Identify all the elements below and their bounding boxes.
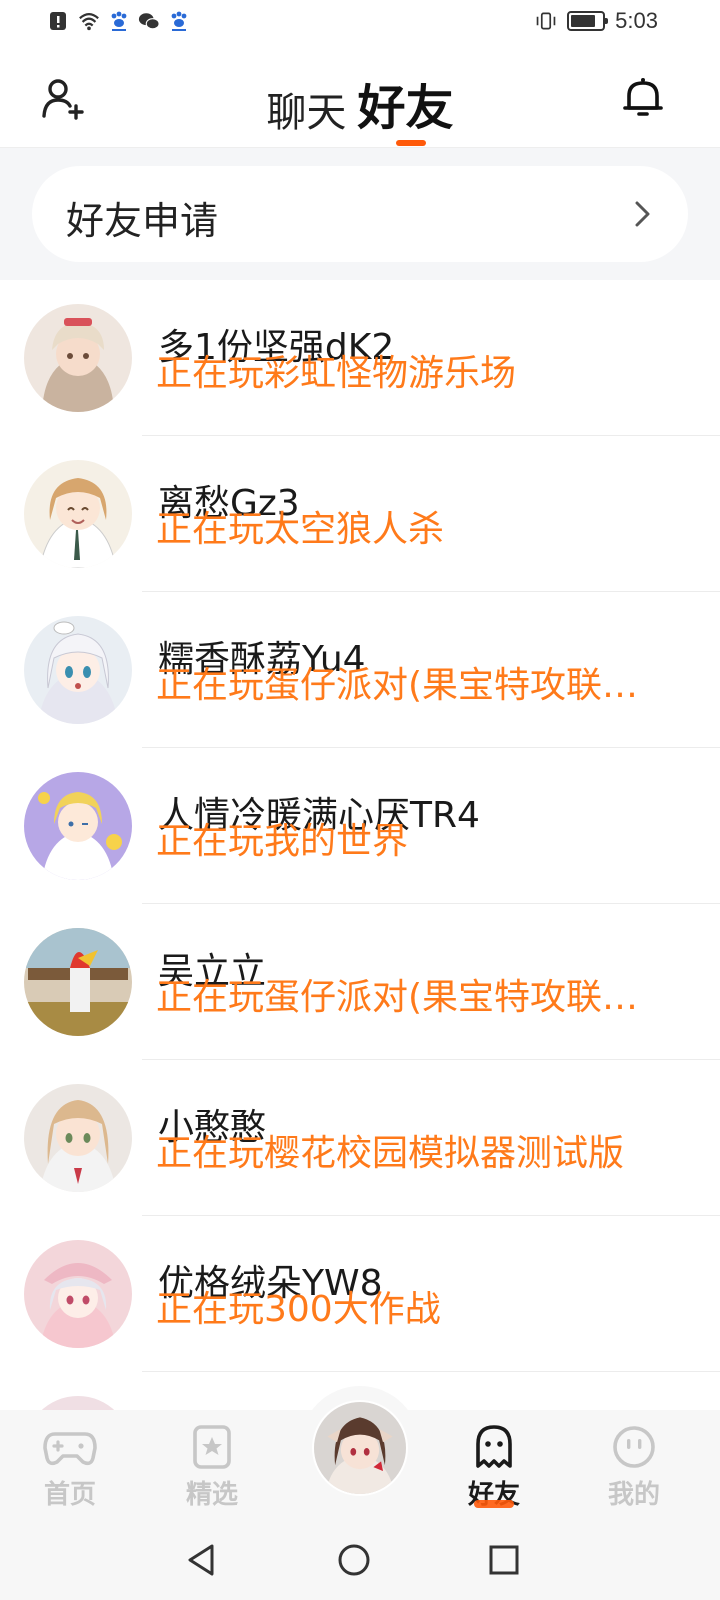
- baidu-paw-icon: [111, 11, 127, 31]
- nav-friends[interactable]: 好友: [444, 1424, 544, 1511]
- avatar: [24, 460, 132, 568]
- friend-list-item[interactable]: 人情冷暖满心厌TR4 正在玩我的世界: [0, 748, 720, 904]
- friend-list-item[interactable]: 多1份坚强dK2 正在玩彩虹怪物游乐场: [0, 280, 720, 436]
- nav-mine-label: 我的: [607, 1480, 660, 1510]
- friend-status: 正在玩彩虹怪物游乐场: [156, 353, 517, 394]
- ghost-icon: [476, 1425, 512, 1468]
- wifi-icon: [79, 13, 99, 31]
- friend-list-item[interactable]: 优格绒朵YW8 正在玩300大作战: [0, 1216, 720, 1372]
- friend-list-item[interactable]: 糯香酥荔Yu4 正在玩蛋仔派对(果宝特攻联…: [0, 592, 720, 748]
- active-nav-indicator: [474, 1500, 514, 1508]
- avatar: [24, 928, 132, 1036]
- nav-featured[interactable]: 精选: [162, 1424, 262, 1511]
- avatar: [24, 1084, 132, 1192]
- friend-list-item[interactable]: 离愁Gz3 正在玩太空狼人杀: [0, 436, 720, 592]
- tab-chat[interactable]: 聊天: [266, 80, 346, 138]
- friend-list-item[interactable]: 小憨憨 正在玩樱花校园模拟器测试版: [0, 1060, 720, 1216]
- avatar: [24, 772, 132, 880]
- clock: 5:03: [615, 8, 658, 33]
- nav-mine[interactable]: 我的: [584, 1424, 684, 1511]
- bell-icon[interactable]: [620, 74, 666, 120]
- friend-status: 正在玩蛋仔派对(果宝特攻联…: [156, 665, 639, 706]
- battery-level: [571, 15, 596, 27]
- chevron-right-icon: [635, 201, 650, 227]
- nav-home[interactable]: 首页: [20, 1424, 120, 1511]
- recents-icon[interactable]: [484, 1540, 524, 1580]
- friend-status: 正在玩樱花校园模拟器测试版: [156, 1133, 625, 1174]
- avatar: [24, 1240, 132, 1348]
- friend-list-item[interactable]: 吴立立 正在玩蛋仔派对(果宝特攻联…: [0, 904, 720, 1060]
- baidu-paw-icon: [171, 11, 187, 31]
- friend-request-button[interactable]: 好友申请: [32, 166, 688, 262]
- battery-icon: [567, 11, 609, 31]
- header: 聊天 好友: [0, 48, 720, 148]
- friend-status: 正在玩300大作战: [156, 1289, 441, 1330]
- friend-request-section: 好友申请: [0, 148, 720, 280]
- back-icon[interactable]: [182, 1540, 222, 1580]
- avatar: [24, 304, 132, 412]
- friend-status: 正在玩蛋仔派对(果宝特攻联…: [156, 977, 639, 1018]
- gamepad-icon: [43, 1432, 97, 1466]
- header-tabs: 聊天 好友: [0, 68, 720, 138]
- nav-featured-label: 精选: [185, 1480, 238, 1510]
- friend-list: 多1份坚强dK2 正在玩彩虹怪物游乐场 离愁Gz3 正在玩太空狼人杀 糯香酥荔Y…: [0, 280, 720, 1528]
- avatar: [24, 616, 132, 724]
- system-nav-bar: [0, 1520, 720, 1600]
- nav-home-label: 首页: [43, 1480, 96, 1510]
- home-circle-icon[interactable]: [334, 1540, 374, 1580]
- star-badge-icon: [193, 1425, 231, 1469]
- alert-icon: [50, 12, 66, 30]
- status-bar-left: [48, 10, 190, 32]
- friend-request-label: 好友申请: [66, 199, 219, 243]
- tab-friends[interactable]: 好友: [358, 68, 454, 138]
- vibrate-icon: [536, 12, 556, 30]
- status-bar: 5:03: [0, 0, 720, 48]
- status-bar-right: 5:03: [535, 8, 658, 34]
- wechat-icon: [138, 13, 160, 30]
- active-tab-indicator: [396, 140, 426, 146]
- friend-status: 正在玩太空狼人杀: [156, 509, 445, 550]
- center-profile-avatar[interactable]: [312, 1400, 408, 1496]
- friend-status: 正在玩我的世界: [156, 821, 409, 862]
- smiley-icon: [613, 1426, 655, 1468]
